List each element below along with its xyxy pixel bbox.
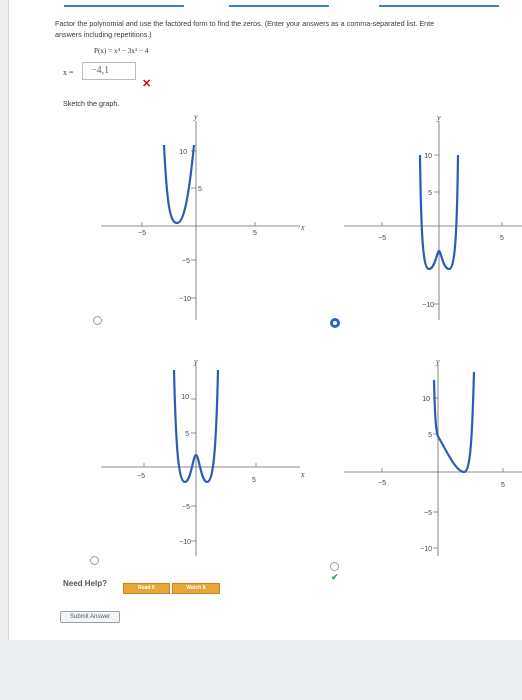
y-tick-label: 10 bbox=[179, 149, 187, 156]
top-tab-line bbox=[229, 0, 329, 7]
instruction-line-2: answers including repetitions.) bbox=[55, 30, 152, 39]
x-tick-label: −5 bbox=[138, 230, 146, 237]
y-tick-label: 5 bbox=[185, 431, 189, 438]
y-tick-label: −5 bbox=[424, 510, 432, 517]
x-tick-label: −5 bbox=[378, 235, 386, 242]
y-tick-label: 5 bbox=[428, 190, 432, 197]
graph-option-3: y x 10 5 −5 −10 −5 5 bbox=[101, 357, 305, 556]
need-help-label: Need Help? bbox=[63, 579, 108, 588]
graph-option-1-radio[interactable] bbox=[93, 316, 102, 325]
y-tick-label: 10 bbox=[181, 394, 189, 401]
x-axis-label: x bbox=[300, 223, 305, 232]
graph-option-4-radio[interactable] bbox=[330, 562, 339, 571]
y-tick-label: −10 bbox=[422, 302, 434, 309]
graph-option-2: y 10 5 −10 −5 5 bbox=[344, 113, 522, 320]
checkmark-icon: ✔ bbox=[331, 572, 339, 582]
y-tick-label: −10 bbox=[179, 539, 191, 546]
y-tick-label: 5 bbox=[198, 186, 202, 193]
x-tick-label: 5 bbox=[252, 477, 256, 484]
y-tick-label: −10 bbox=[179, 296, 191, 303]
top-tab-line bbox=[379, 0, 499, 7]
polynomial-expression: P(x) = x⁴ − 3x² − 4 bbox=[94, 47, 149, 55]
read-it-button[interactable]: Read It bbox=[123, 583, 170, 594]
graph-option-2-radio[interactable] bbox=[330, 318, 340, 328]
zeros-answer-input[interactable]: −4,1 bbox=[82, 62, 136, 80]
answer-label: x = bbox=[63, 68, 74, 77]
x-tick-label: 5 bbox=[501, 482, 505, 489]
y-tick-label: 10 bbox=[422, 396, 430, 403]
y-tick-label: −5 bbox=[182, 504, 190, 511]
x-axis-label: x bbox=[300, 470, 305, 479]
x-tick-label: 5 bbox=[500, 235, 504, 242]
question-instructions: Factor the polynomial and use the factor… bbox=[55, 18, 522, 40]
graph-curve bbox=[162, 144, 196, 225]
graph-option-3-radio[interactable] bbox=[90, 556, 99, 565]
y-axis-label: y bbox=[436, 113, 441, 122]
sketch-label: Sketch the graph. bbox=[63, 99, 120, 108]
instruction-line-1: Factor the polynomial and use the factor… bbox=[55, 19, 435, 28]
x-tick-label: −5 bbox=[378, 480, 386, 487]
graph-option-4: y 10 5 −5 −10 −5 5 bbox=[344, 357, 522, 556]
graph-curve bbox=[432, 371, 476, 474]
y-tick-label: −5 bbox=[182, 258, 190, 265]
y-tick-label: 10 bbox=[424, 153, 432, 160]
x-tick-label: −5 bbox=[137, 473, 145, 480]
y-tick-label: 5 bbox=[428, 432, 432, 439]
y-axis-label: y bbox=[193, 112, 198, 121]
incorrect-x-icon: ✕ bbox=[142, 78, 152, 90]
submit-answer-button[interactable]: Submit Answer bbox=[60, 611, 120, 623]
y-axis-label: y bbox=[193, 357, 198, 366]
top-tab-line bbox=[64, 0, 184, 7]
x-tick-label: 5 bbox=[253, 230, 257, 237]
graph-option-1: y x 10 5 −5 −10 −5 5 bbox=[101, 112, 305, 320]
y-tick-label: −10 bbox=[420, 546, 432, 553]
y-axis-label: y bbox=[435, 357, 440, 366]
watch-it-button[interactable]: Watch It bbox=[172, 583, 220, 594]
